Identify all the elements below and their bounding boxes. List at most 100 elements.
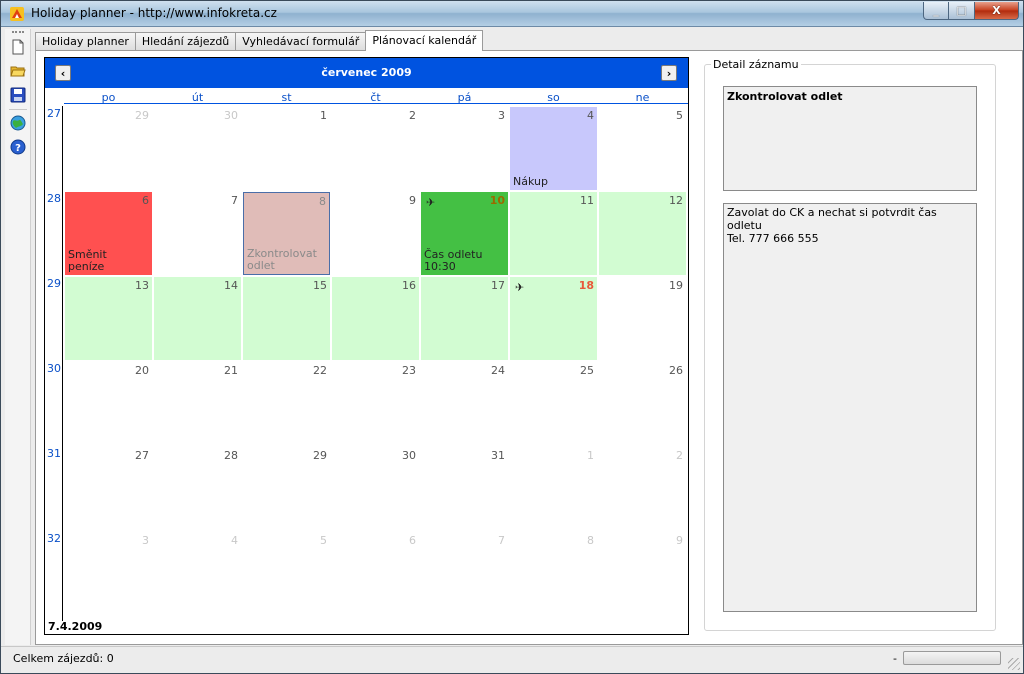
day-number: 30 <box>402 449 416 462</box>
day-number: 13 <box>135 279 149 292</box>
day-number: 26 <box>669 364 683 377</box>
calendar-day-cell[interactable]: 1 <box>510 447 597 530</box>
tab-holiday-planner[interactable]: Holiday planner <box>35 32 136 51</box>
day-number: 5 <box>320 534 327 547</box>
open-folder-icon[interactable] <box>10 63 26 79</box>
day-of-week-label: st <box>281 91 292 104</box>
tab-vyhledavaci-formular[interactable]: Vyhledávací formulář <box>235 32 367 51</box>
calendar-day-cell[interactable]: 30 <box>332 447 419 530</box>
day-number: 29 <box>135 109 149 122</box>
calendar-day-cell[interactable]: 27 <box>65 447 152 530</box>
day-number: 2 <box>676 449 683 462</box>
calendar-day-cell[interactable]: 3 <box>65 532 152 615</box>
calendar-day-cell[interactable]: 8 <box>510 532 597 615</box>
close-button[interactable]: X <box>975 2 1019 20</box>
calendar-month-title: červenec 2009 <box>321 66 412 79</box>
calendar-day-cell[interactable]: 4 <box>154 532 241 615</box>
maximize-button[interactable]: □ <box>949 2 975 20</box>
calendar-day-cell[interactable]: 19 <box>599 277 686 360</box>
calendar-day-cell[interactable]: 28 <box>154 447 241 530</box>
day-number: 22 <box>313 364 327 377</box>
day-number: 12 <box>669 194 683 207</box>
calendar-day-cell[interactable]: 5 <box>243 532 330 615</box>
calendar-day-cell[interactable]: 24 <box>421 362 508 445</box>
close-icon: X <box>992 4 1001 17</box>
calendar-day-cell[interactable]: 23 <box>332 362 419 445</box>
calendar-day-cell[interactable]: 20 <box>65 362 152 445</box>
calendar-day-cell[interactable]: 22 <box>243 362 330 445</box>
new-document-icon[interactable] <box>10 39 26 55</box>
day-number: 27 <box>135 449 149 462</box>
status-separator: - <box>893 652 897 665</box>
calendar-day-cell[interactable]: 17 <box>421 277 508 360</box>
day-number: 16 <box>402 279 416 292</box>
calendar-event-label: Čas odletu 10:30 <box>424 248 483 273</box>
calendar-day-cell[interactable]: 4 Nákup <box>510 107 597 190</box>
week-number: 28 <box>47 192 61 205</box>
calendar-day-cell[interactable]: 3 <box>421 107 508 190</box>
calendar-day-cell[interactable]: 8 Zkontrolovat odlet <box>243 192 330 275</box>
resize-grip[interactable] <box>1008 658 1020 670</box>
calendar-day-cell[interactable]: 2 <box>332 107 419 190</box>
calendar-day-cell[interactable]: 21 <box>154 362 241 445</box>
calendar-day-cell[interactable]: 2 <box>599 447 686 530</box>
detail-title-field[interactable]: Zkontrolovat odlet <box>723 86 977 191</box>
calendar-day-cell[interactable]: 15 <box>243 277 330 360</box>
status-total-trips: Celkem zájezdů: 0 <box>13 652 114 665</box>
day-of-week-label: ne <box>635 91 650 104</box>
calendar-day-cell[interactable]: 6 <box>332 532 419 615</box>
calendar-day-cell[interactable]: 18 ✈ <box>510 277 597 360</box>
calendar-day-cell[interactable]: 13 <box>65 277 152 360</box>
detail-body-line: Zavolat do CK a nechat si potvrdit čas o… <box>727 206 937 232</box>
day-number: 11 <box>580 194 594 207</box>
calendar-day-cell[interactable]: 7 <box>154 192 241 275</box>
calendar-day-cell[interactable]: 11 <box>510 192 597 275</box>
tab-strip: Holiday planner Hledání zájezdů Vyhledáv… <box>35 30 484 51</box>
calendar-day-cell[interactable]: 26 <box>599 362 686 445</box>
day-number: 8 <box>587 534 594 547</box>
calendar-day-cell[interactable]: 14 <box>154 277 241 360</box>
toolbar-grip[interactable] <box>12 31 24 34</box>
calendar-day-cell[interactable]: 25 <box>510 362 597 445</box>
calendar-day-cell[interactable]: 1 <box>243 107 330 190</box>
detail-legend: Detail záznamu <box>711 58 801 71</box>
calendar-day-cell[interactable]: 12 <box>599 192 686 275</box>
calendar-day-cell[interactable]: 31 <box>421 447 508 530</box>
week-number-column: 27 28 29 30 31 32 <box>45 106 63 621</box>
detail-body-field[interactable]: Zavolat do CK a nechat si potvrdit čas o… <box>723 203 977 612</box>
minimize-icon: _ <box>933 4 939 17</box>
globe-icon[interactable] <box>10 115 26 131</box>
day-number: 3 <box>498 109 505 122</box>
help-icon[interactable]: ? <box>10 139 26 155</box>
detail-group: Detail záznamu Zkontrolovat odlet Zavola… <box>704 58 996 631</box>
save-icon[interactable] <box>10 87 26 103</box>
calendar-day-cell[interactable]: 16 <box>332 277 419 360</box>
today-label[interactable]: 7.4.2009 <box>48 620 102 633</box>
calendar-day-cell[interactable]: 5 <box>599 107 686 190</box>
day-number: 29 <box>313 449 327 462</box>
minimize-button[interactable]: _ <box>923 2 949 20</box>
day-number: 31 <box>491 449 505 462</box>
calendar-day-cell[interactable]: 7 <box>421 532 508 615</box>
next-month-button[interactable]: › <box>661 65 677 81</box>
detail-body-line: Tel. 777 666 555 <box>727 232 819 245</box>
day-number: 7 <box>498 534 505 547</box>
calendar-day-cell[interactable]: 29 <box>65 107 152 190</box>
week-number: 32 <box>47 532 61 545</box>
day-of-week-label: čt <box>370 91 381 104</box>
week-number: 27 <box>47 107 61 120</box>
calendar-day-cell[interactable]: 9 <box>332 192 419 275</box>
calendar-day-cell[interactable]: 9 <box>599 532 686 615</box>
calendar-day-cell[interactable]: 29 <box>243 447 330 530</box>
title-bar[interactable]: Holiday planner - http://www.infokreta.c… <box>1 1 1023 27</box>
status-progress-bar <box>903 651 1001 665</box>
day-of-week-label: so <box>547 91 560 104</box>
calendar-day-cell[interactable]: 10 ✈ Čas odletu 10:30 <box>421 192 508 275</box>
airplane-icon: ✈ <box>515 281 525 294</box>
day-number: 6 <box>142 194 149 207</box>
tab-planovaci-kalendar[interactable]: Plánovací kalendář <box>365 30 484 51</box>
tab-hledani-zajezdu[interactable]: Hledání zájezdů <box>134 32 237 51</box>
calendar-day-cell[interactable]: 30 <box>154 107 241 190</box>
month-calendar: ‹ červenec 2009 › po út st čt pá so ne 27 28 29 3… <box>44 57 689 635</box>
calendar-day-cell[interactable]: 6 Směnit peníze <box>65 192 152 275</box>
